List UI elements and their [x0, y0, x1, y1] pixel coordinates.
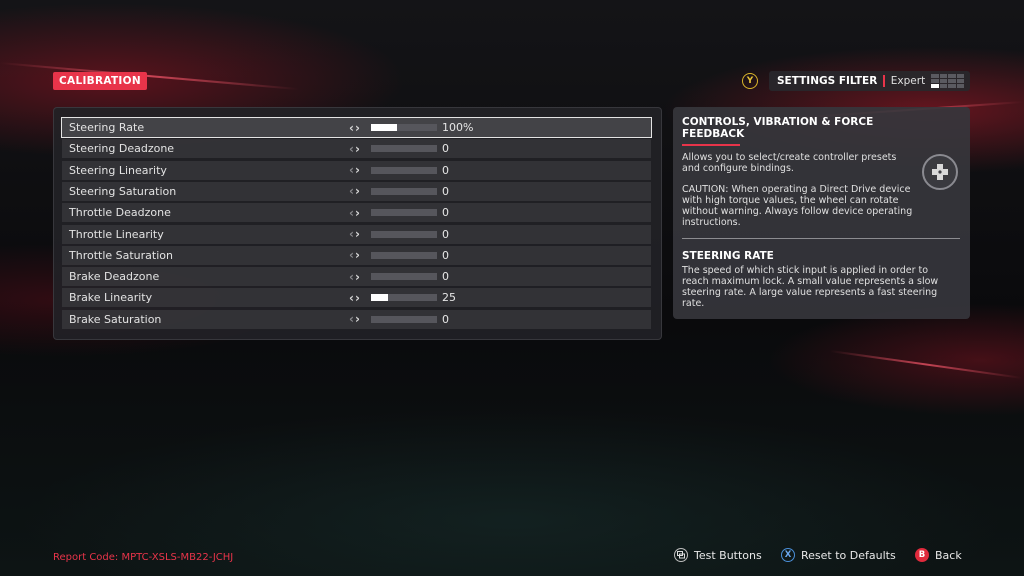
chevron-right-icon[interactable]: ›	[355, 270, 361, 284]
setting-value: 0	[442, 270, 449, 284]
setting-label: Steering Rate	[69, 121, 145, 134]
settings-filter-grid-icon	[931, 74, 964, 88]
settings-list: Steering Rate ‹› 100% Steering Deadzone ‹› 0 S…	[53, 107, 662, 340]
chevron-right-icon[interactable]: ›	[355, 227, 361, 241]
setting-slider[interactable]	[371, 124, 437, 131]
info-description: Allows you to select/create controller p…	[682, 152, 897, 174]
settings-filter-title: SETTINGS FILTER	[777, 75, 878, 87]
info-sub-description: The speed of which stick input is applie…	[682, 265, 939, 309]
info-title-underline	[682, 144, 740, 146]
setting-arrows[interactable]: ‹›	[349, 121, 361, 135]
setting-value: 0	[442, 206, 449, 220]
setting-row[interactable]: Throttle Deadzone ‹› 0	[62, 203, 651, 223]
info-panel: CONTROLS, VIBRATION & FORCE FEEDBACK All…	[673, 107, 970, 319]
b-button-icon: B	[915, 548, 929, 562]
info-divider	[682, 238, 960, 239]
settings-filter-value: Expert	[890, 75, 926, 87]
chevron-right-icon[interactable]: ›	[355, 248, 361, 262]
setting-arrows[interactable]: ‹›	[349, 312, 361, 326]
setting-label: Brake Saturation	[69, 312, 162, 326]
y-button-icon[interactable]: Y	[742, 73, 758, 89]
setting-value: 0	[442, 248, 449, 262]
setting-row[interactable]: Throttle Saturation ‹› 0	[62, 245, 651, 265]
chevron-right-icon[interactable]: ›	[355, 206, 361, 220]
setting-value: 0	[442, 163, 449, 177]
test-buttons-label: Test Buttons	[694, 548, 762, 562]
setting-slider[interactable]	[371, 187, 437, 195]
info-title: CONTROLS, VIBRATION & FORCE FEEDBACK	[682, 116, 874, 140]
back-label: Back	[935, 548, 962, 562]
setting-label: Brake Deadzone	[69, 270, 160, 284]
report-code: Report Code: MPTC-XSLS-MB22-JCHJ	[53, 552, 234, 563]
setting-arrows[interactable]: ‹›	[349, 142, 361, 156]
setting-slider[interactable]	[371, 145, 437, 153]
setting-arrows[interactable]: ‹›	[349, 248, 361, 262]
setting-value: 0	[442, 227, 449, 241]
chevron-right-icon[interactable]: ›	[355, 121, 361, 135]
setting-arrows[interactable]: ‹›	[349, 184, 361, 198]
setting-arrows[interactable]: ‹›	[349, 291, 361, 305]
calibration-tab-badge: CALIBRATION	[53, 72, 147, 90]
setting-slider-fill	[371, 294, 388, 302]
setting-arrows[interactable]: ‹›	[349, 206, 361, 220]
setting-slider[interactable]	[371, 251, 437, 259]
setting-row[interactable]: Brake Deadzone ‹› 0	[62, 267, 651, 287]
chevron-right-icon[interactable]: ›	[355, 184, 361, 198]
setting-slider[interactable]	[371, 209, 437, 217]
setting-row[interactable]: Brake Linearity ‹› 25	[62, 288, 651, 308]
view-button-icon	[674, 548, 688, 562]
setting-arrows[interactable]: ‹›	[349, 270, 361, 284]
back-button[interactable]: B Back	[915, 545, 962, 565]
setting-value: 0	[442, 142, 449, 156]
setting-row[interactable]: Steering Deadzone ‹› 0	[62, 139, 651, 159]
setting-row[interactable]: Brake Saturation ‹› 0	[62, 309, 651, 329]
setting-value: 100%	[442, 121, 474, 134]
settings-filter[interactable]: SETTINGS FILTER Expert	[769, 71, 970, 91]
setting-label: Steering Linearity	[69, 163, 167, 177]
setting-arrows[interactable]: ‹›	[349, 227, 361, 241]
chevron-right-icon[interactable]: ›	[355, 142, 361, 156]
info-subtitle: STEERING RATE	[682, 250, 774, 262]
setting-row[interactable]: Steering Saturation ‹› 0	[62, 181, 651, 201]
setting-arrows[interactable]: ‹›	[349, 163, 361, 177]
reset-defaults-button[interactable]: X Reset to Defaults	[781, 545, 896, 565]
setting-slider[interactable]	[371, 315, 437, 323]
setting-slider[interactable]	[371, 166, 437, 174]
setting-label: Steering Deadzone	[69, 142, 175, 156]
setting-label: Steering Saturation	[69, 184, 177, 198]
setting-slider[interactable]	[371, 273, 437, 281]
test-buttons-button[interactable]: Test Buttons	[674, 545, 762, 565]
info-caution: CAUTION: When operating a Direct Drive d…	[682, 184, 913, 228]
reset-defaults-label: Reset to Defaults	[801, 548, 896, 562]
setting-row[interactable]: Steering Rate ‹› 100%	[61, 117, 652, 138]
setting-label: Throttle Linearity	[69, 227, 164, 241]
chevron-right-icon[interactable]: ›	[355, 312, 361, 326]
setting-slider-fill	[371, 124, 398, 131]
setting-value: 0	[442, 312, 449, 326]
setting-slider[interactable]	[371, 230, 437, 238]
setting-label: Throttle Saturation	[69, 248, 173, 262]
setting-value: 25	[442, 291, 456, 305]
setting-value: 0	[442, 184, 449, 198]
setting-row[interactable]: Throttle Linearity ‹› 0	[62, 224, 651, 244]
setting-label: Brake Linearity	[69, 291, 153, 305]
setting-row[interactable]: Steering Linearity ‹› 0	[62, 160, 651, 180]
setting-label: Throttle Deadzone	[69, 206, 171, 220]
x-button-icon: X	[781, 548, 795, 562]
chevron-right-icon[interactable]: ›	[355, 163, 361, 177]
filter-separator	[883, 75, 885, 87]
dpad-icon	[922, 154, 958, 190]
setting-slider[interactable]	[371, 294, 437, 302]
chevron-right-icon[interactable]: ›	[355, 291, 361, 305]
